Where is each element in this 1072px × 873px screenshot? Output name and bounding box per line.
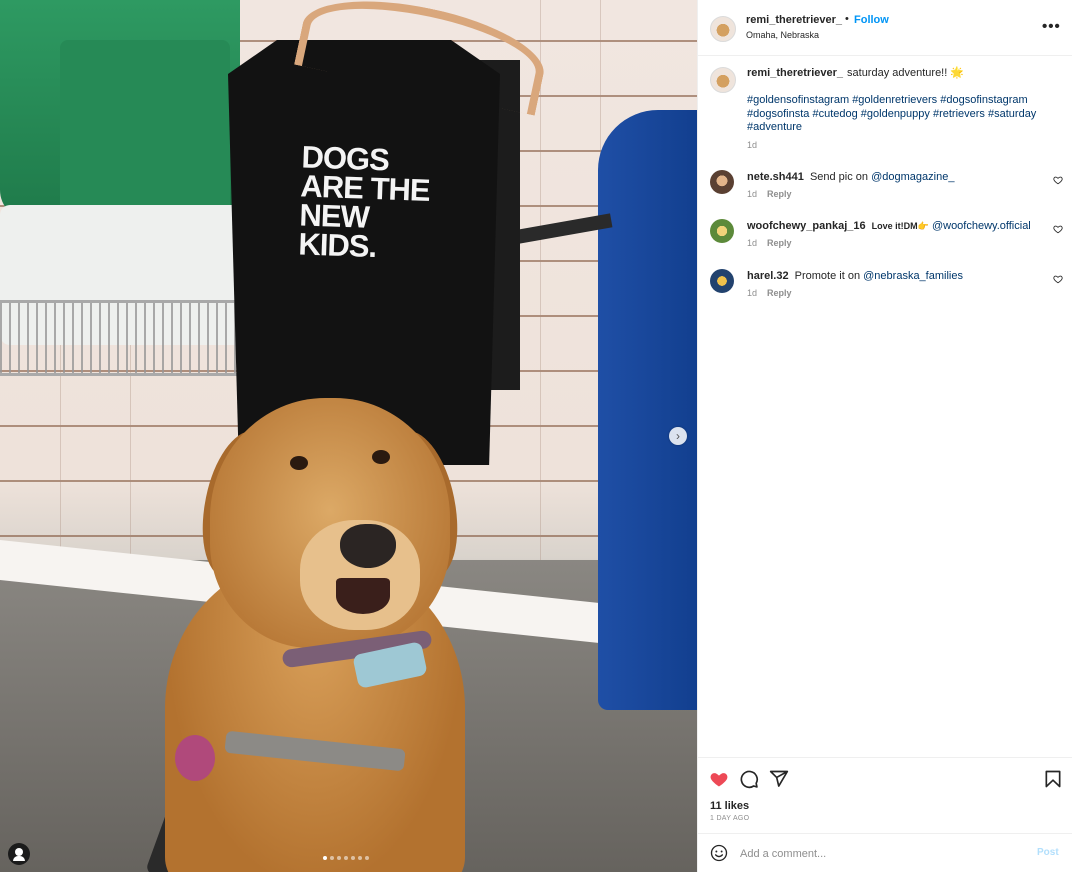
carousel-dot [365,856,369,860]
carousel-dot [344,856,348,860]
emoji-icon[interactable] [710,844,728,862]
hashtag[interactable]: #retrievers [933,108,985,120]
avatar[interactable] [710,170,734,194]
author-username[interactable]: remi_theretriever_ [746,14,842,26]
comment-mention[interactable]: @dogmagazine_ [871,171,954,183]
comment-heart-icon[interactable] [1053,274,1063,284]
comment-mention[interactable]: @nebraska_families [863,270,963,282]
comment-time: 1d [747,288,758,298]
like-count[interactable]: 11 likes [710,800,749,812]
comment-icon[interactable] [739,769,759,789]
heart-icon[interactable] [709,769,729,789]
comment-username[interactable]: harel.32 [747,270,789,282]
post-photo[interactable]: DOGS ARE THE NEW KIDS. › [0,0,697,872]
post-actions: 11 likes 1 DAY AGO [698,757,1072,834]
comment-mention[interactable]: @woofchewy.official [932,220,1031,232]
post-header: remi_theretriever_ • Follow Omaha, Nebra… [698,0,1072,56]
post-button[interactable]: Post [1037,847,1059,858]
comment-time: 1d [747,238,758,248]
carousel-indicator [323,856,369,860]
tag-user-icon[interactable] [8,843,30,865]
carousel-dot [351,856,355,860]
post-side-panel: remi_theretriever_ • Follow Omaha, Nebra… [697,0,1072,872]
post-caption: remi_theretriever_ saturday adventure!! 🌟 [747,67,1057,81]
hashtag-list: #goldensofinstagram #goldenretrievers #d… [747,94,1057,135]
comment-item: nete.sh441 Send pic on @dogmagazine_ 1d R… [698,170,1072,210]
hashtag[interactable]: #dogsofinsta [747,108,809,120]
follow-button[interactable]: Follow [854,14,889,26]
carousel-dot [330,856,334,860]
shirt-print-text: DOGS ARE THE NEW KIDS. [297,139,431,265]
caption-timestamp: 1d [747,140,758,150]
caption-avatar[interactable] [710,67,736,93]
separator-dot: • [845,13,849,25]
next-arrow-icon[interactable]: › [669,427,687,445]
avatar[interactable] [710,269,734,293]
comment-item: woofchewy_pankaj_16 Love it!DM👉 @woofche… [698,219,1072,259]
bookmark-icon[interactable] [1043,769,1063,789]
carousel-dot [337,856,341,860]
more-icon[interactable]: ••• [1042,18,1061,35]
comment-item: harel.32 Promote it on @nebraska_familie… [698,269,1072,309]
comment-heart-icon[interactable] [1053,175,1063,185]
comment-text: Promote it on [794,270,861,282]
hashtag[interactable]: #dogsofinstagram [940,94,1027,106]
reply-button[interactable]: Reply [767,189,792,199]
comment-time: 1d [747,189,758,199]
location-link[interactable]: Omaha, Nebraska [746,30,819,40]
post-timestamp: 1 DAY AGO [710,815,750,822]
reply-button[interactable]: Reply [767,288,792,298]
hashtag[interactable]: #cutedog [812,108,857,120]
share-icon[interactable] [769,769,789,789]
avatar[interactable] [710,16,736,42]
caption-text: saturday adventure!! 🌟 [847,67,965,79]
comment-text: Send pic on [809,171,869,183]
comment-heart-icon[interactable] [1053,224,1063,234]
reply-button[interactable]: Reply [767,238,792,248]
comment-composer: Post [698,833,1072,873]
avatar[interactable] [710,219,734,243]
hashtag[interactable]: #goldensofinstagram [747,94,849,106]
caption-username[interactable]: remi_theretriever_ [747,67,843,79]
carousel-dot [323,856,327,860]
carousel-dot [358,856,362,860]
hashtag[interactable]: #goldenretrievers [852,94,937,106]
hashtag[interactable]: #saturday [988,108,1036,120]
comment-text: Love it!DM👉 [871,221,929,231]
comment-input[interactable] [738,843,1022,865]
instagram-post-view: DOGS ARE THE NEW KIDS. › remi_theretriev… [0,0,1072,872]
hashtag[interactable]: #adventure [747,121,802,133]
comment-username[interactable]: nete.sh441 [747,171,804,183]
comment-username[interactable]: woofchewy_pankaj_16 [747,220,866,232]
hashtag[interactable]: #goldenpuppy [861,108,930,120]
